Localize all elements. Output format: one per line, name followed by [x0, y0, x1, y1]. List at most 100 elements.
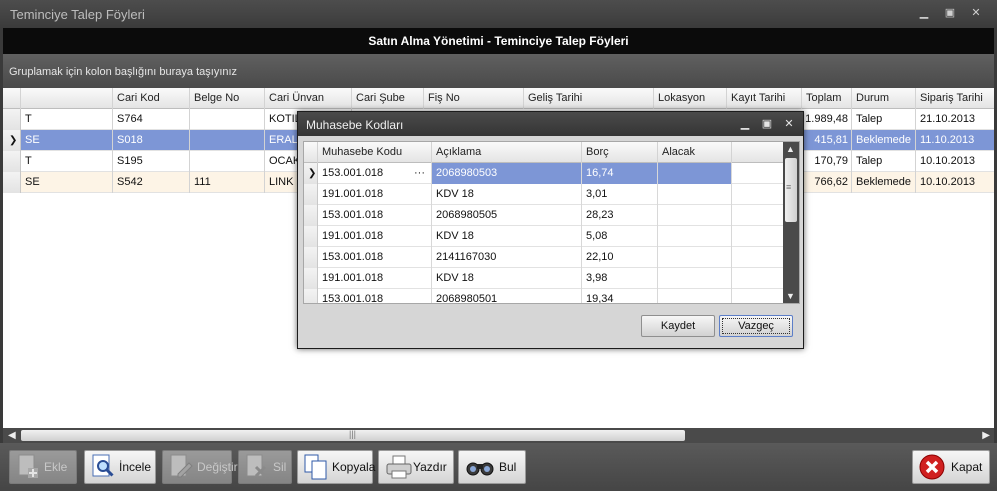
cell-durum: Talep: [852, 109, 916, 130]
cell-siparis-tarihi: 10.10.2013: [920, 155, 976, 167]
dialog-minimize-icon[interactable]: ▁: [737, 116, 753, 132]
kapat-button[interactable]: Kapat: [912, 450, 990, 484]
ekle-button[interactable]: Ekle: [9, 450, 77, 484]
column-header-alacak[interactable]: Alacak: [658, 142, 732, 163]
column-header-cari-kod[interactable]: Cari Kod: [113, 88, 190, 109]
list-item[interactable]: ❯ 153.001.018 ··· 2068980503 16,74: [304, 163, 784, 184]
list-item[interactable]: 191.001.018 KDV 18 3,98: [304, 268, 784, 289]
list-item[interactable]: 153.001.018 2068980501 19,34: [304, 289, 784, 303]
bul-button[interactable]: Bul: [458, 450, 526, 484]
grip-icon: |||: [349, 429, 357, 439]
cell-alacak: [658, 205, 732, 226]
cell-aciklama: 2141167030: [432, 247, 582, 268]
column-header-belge-no[interactable]: Belge No: [190, 88, 265, 109]
scroll-left-icon[interactable]: ◀: [8, 430, 16, 441]
list-item[interactable]: 191.001.018 KDV 18 5,08: [304, 226, 784, 247]
cell-borc: 22,10: [582, 247, 658, 268]
column-header-lokasyon[interactable]: Lokasyon: [654, 88, 727, 109]
row-indicator: [3, 172, 21, 193]
column-header-borc[interactable]: Borç: [582, 142, 658, 163]
incele-button[interactable]: İncele: [84, 450, 156, 484]
column-header-type[interactable]: [21, 88, 113, 109]
column-header-toplam[interactable]: Toplam: [802, 88, 852, 109]
current-row-arrow-icon: ❯: [308, 168, 317, 179]
scroll-down-icon[interactable]: ▼: [786, 291, 795, 301]
dialog-close-icon[interactable]: ✕: [781, 116, 797, 132]
cell-cari-kod: S542: [113, 172, 190, 193]
cell-durum: Beklemede: [852, 172, 916, 193]
cell-cari-kod: S018: [113, 130, 190, 151]
row-indicator: [304, 184, 318, 205]
add-document-icon: [16, 454, 40, 480]
scroll-right-icon[interactable]: ▶: [982, 430, 990, 441]
column-header-siparis-tarihi[interactable]: Sipariş Tarihi: [916, 88, 994, 109]
row-indicator: [304, 247, 318, 268]
column-header-durum[interactable]: Durum: [852, 88, 916, 109]
cell-muhasebe-kodu: 191.001.018: [318, 184, 432, 205]
dialog-grid-header: Muhasebe Kodu Açıklama Borç Alacak: [304, 142, 799, 163]
vertical-scrollbar[interactable]: ▲ ≡ ▼: [783, 142, 799, 303]
column-header-gelis-tarihi[interactable]: Geliş Tarihi: [524, 88, 654, 109]
group-panel-hint: Gruplamak için kolon başlığını buraya ta…: [9, 66, 238, 78]
column-header-muhasebe-kodu[interactable]: Muhasebe Kodu: [318, 142, 432, 163]
cell-belge-no: [190, 130, 265, 151]
list-item[interactable]: 153.001.018 2068980505 28,23: [304, 205, 784, 226]
list-item[interactable]: 191.001.018 KDV 18 3,01: [304, 184, 784, 205]
lookup-ellipsis-button[interactable]: ···: [414, 163, 425, 184]
cell-siparis-tarihi: 11.10.2013: [920, 134, 975, 146]
cell-belge-no: 111: [190, 172, 265, 193]
kopyala-button[interactable]: Kopyala: [297, 450, 376, 484]
column-header-cari-unvan[interactable]: Cari Ünvan: [265, 88, 352, 109]
cell-belge-no: [190, 109, 265, 130]
cell-alacak: [658, 289, 732, 303]
vazgec-button[interactable]: Vazgeç: [719, 315, 793, 337]
cell-alacak: [658, 184, 732, 205]
cell-borc: 3,98: [582, 268, 658, 289]
row-indicator: [304, 289, 318, 303]
kaydet-button[interactable]: Kaydet: [641, 315, 715, 337]
column-header-fis-no[interactable]: Fiş No: [424, 88, 524, 109]
list-item[interactable]: 153.001.018 2141167030 22,10: [304, 247, 784, 268]
scroll-thumb[interactable]: ≡: [785, 158, 797, 222]
cell-borc: 16,74: [582, 163, 658, 184]
cell-muhasebe-kodu: 191.001.018: [318, 268, 432, 289]
cell-muhasebe-kodu: 153.001.018: [318, 205, 432, 226]
delete-document-icon: [245, 454, 269, 480]
sil-button[interactable]: Sil: [238, 450, 292, 484]
minimize-icon[interactable]: ▁: [913, 4, 935, 22]
column-header-cari-sube[interactable]: Cari Şube: [352, 88, 424, 109]
degistir-button[interactable]: Değiştir: [162, 450, 238, 484]
cell-borc: 3,01: [582, 184, 658, 205]
binoculars-icon: [465, 454, 495, 480]
kopyala-label: Kopyala: [332, 460, 376, 474]
scroll-up-icon[interactable]: ▲: [786, 144, 795, 154]
cell-muhasebe-kodu: 191.001.018: [318, 226, 432, 247]
maximize-icon[interactable]: ▣: [939, 4, 961, 22]
scroll-thumb[interactable]: |||: [21, 429, 685, 441]
horizontal-scrollbar[interactable]: ◀ ||| ▶: [3, 428, 994, 443]
cell-aciklama: KDV 18: [432, 268, 582, 289]
close-icon[interactable]: ✕: [965, 4, 987, 22]
bul-label: Bul: [499, 460, 517, 474]
column-header-kayit-tarihi[interactable]: Kayıt Tarihi: [727, 88, 802, 109]
column-header-aciklama[interactable]: Açıklama: [432, 142, 582, 163]
group-panel[interactable]: Gruplamak için kolon başlığını buraya ta…: [3, 54, 994, 88]
dialog-grid[interactable]: Muhasebe Kodu Açıklama Borç Alacak ❯ 153…: [303, 141, 800, 304]
row-indicator: [3, 151, 21, 172]
row-indicator: ❯: [3, 130, 21, 151]
cell-muhasebe-kodu[interactable]: 153.001.018 ···: [318, 163, 432, 184]
copy-icon: [304, 454, 328, 480]
yazdir-button[interactable]: Yazdır: [378, 450, 454, 484]
dialog-maximize-icon[interactable]: ▣: [759, 116, 775, 132]
kapat-label: Kapat: [951, 460, 983, 474]
degistir-label: Değiştir: [197, 460, 238, 474]
cell-aciklama: 2068980503: [432, 163, 582, 184]
cell-cari-kod: S764: [113, 109, 190, 130]
cell-siparis-tarihi: 10.10.2013: [920, 176, 976, 188]
printer-icon: [385, 454, 412, 480]
sil-label: Sil: [273, 460, 287, 474]
grid-header: Cari Kod Belge No Cari Ünvan Cari Şube F…: [3, 88, 994, 109]
cell-type: SE: [21, 130, 113, 151]
cell-muhasebe-kodu-value: 153.001.018: [322, 167, 384, 179]
cell-borc: 19,34: [582, 289, 658, 303]
